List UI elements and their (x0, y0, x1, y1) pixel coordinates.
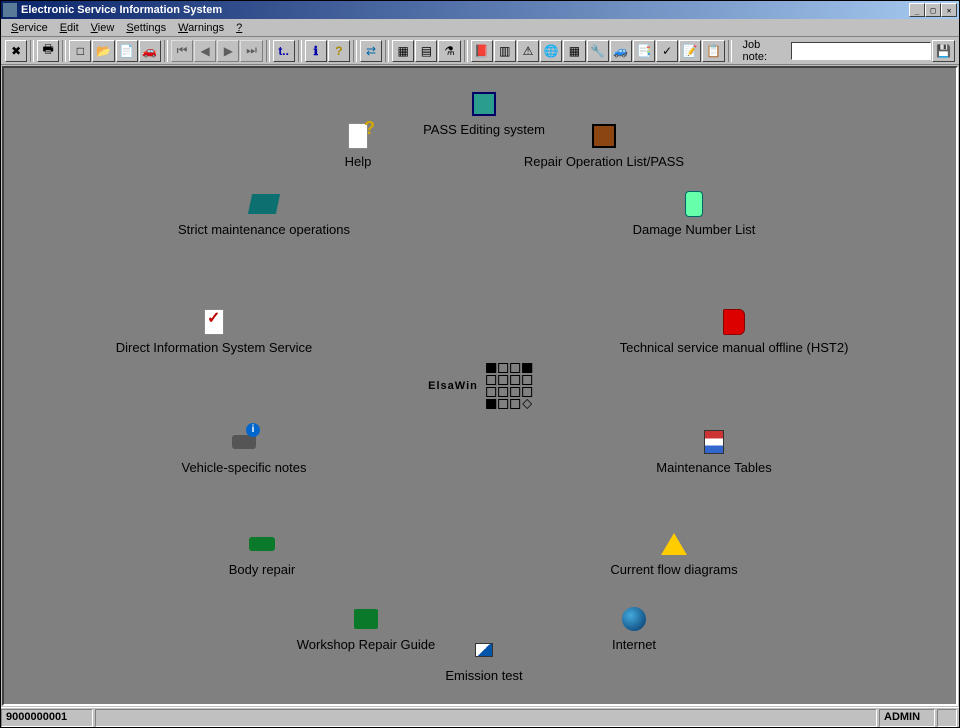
tb-grid2-icon[interactable]: ▤ (415, 40, 437, 62)
menu-help[interactable]: ? (230, 21, 248, 35)
book-icon (723, 309, 745, 335)
status-user: ADMIN (879, 709, 935, 727)
icon-emission-test[interactable]: Emission test (384, 634, 584, 683)
tb-globe-icon[interactable]: 🌐 (540, 40, 562, 62)
menubar: Service Edit View Settings Warnings ? (1, 19, 959, 37)
icon-vehicle-notes[interactable]: Vehicle-specific notes (144, 426, 344, 475)
tb-car-icon[interactable]: 🚗 (139, 40, 161, 62)
watermark-grid-icon (486, 363, 532, 409)
tb-car2-icon[interactable]: 🚙 (610, 40, 632, 62)
repair-icon (592, 124, 616, 148)
tb-sheet-icon[interactable]: 📋 (702, 40, 724, 62)
tb-prev-icon[interactable]: ◀ (194, 40, 216, 62)
watermark: ElsaWin (428, 363, 532, 409)
icon-strict-maintenance[interactable]: Strict maintenance operations (164, 188, 364, 237)
minimize-button[interactable]: _ (909, 3, 925, 17)
menu-view[interactable]: View (85, 21, 121, 35)
tb-doc2-icon[interactable]: 📑 (633, 40, 655, 62)
tb-book-icon[interactable]: 📕 (471, 40, 493, 62)
help-icon (348, 123, 368, 149)
menu-service[interactable]: Service (5, 21, 54, 35)
folder-icon (248, 194, 280, 214)
car-info-icon (232, 435, 256, 449)
tb-person-icon[interactable]: ⚗ (438, 40, 460, 62)
window-title: Electronic Service Information System (21, 4, 222, 16)
tb-save-note-icon[interactable]: 💾 (932, 40, 955, 62)
icon-damage-number[interactable]: Damage Number List (594, 188, 794, 237)
tb-list-icon[interactable]: ▥ (494, 40, 516, 62)
table-icon (704, 430, 724, 454)
tb-last-icon[interactable]: ⏭ (240, 40, 262, 62)
globe-icon (622, 607, 646, 631)
status-grip (937, 709, 957, 727)
status-spacer (95, 709, 877, 727)
tb-grid1-icon[interactable]: ▦ (392, 40, 414, 62)
tb-help-icon[interactable]: ? (328, 40, 350, 62)
menu-edit[interactable]: Edit (54, 21, 85, 35)
checklist-icon (204, 309, 224, 335)
app-icon (3, 3, 17, 17)
titlebar: Electronic Service Information System _ … (1, 1, 959, 19)
tb-first-icon[interactable]: ⏮ (171, 40, 193, 62)
tb-open-icon[interactable]: 📂 (92, 40, 114, 62)
warning-triangle-icon (661, 533, 687, 555)
statusbar: 9000000001 ADMIN (1, 707, 959, 727)
tb-tool-icon[interactable]: 🔧 (587, 40, 609, 62)
tb-doc-icon[interactable]: 📄 (116, 40, 138, 62)
damage-icon (685, 191, 703, 217)
icon-maintenance-tables[interactable]: Maintenance Tables (614, 426, 814, 475)
job-note-input[interactable] (791, 42, 931, 60)
app-window: Electronic Service Information System _ … (0, 0, 960, 728)
tb-info-icon[interactable]: ℹ (305, 40, 327, 62)
menu-settings[interactable]: Settings (120, 21, 172, 35)
toolbar: ✖ 🖶 □ 📂 📄 🚗 ⏮ ◀ ▶ ⏭ t.. ℹ ? ⇄ ▦ ▤ ⚗ 📕 ▥ … (1, 37, 959, 65)
tb-delete-icon[interactable]: ✖ (5, 40, 27, 62)
icon-direct-info[interactable]: Direct Information System Service (74, 306, 354, 355)
icon-repair-operation[interactable]: Repair Operation List/PASS (474, 120, 734, 169)
job-note-label: Job note: (743, 39, 787, 63)
workshop-icon (354, 609, 378, 629)
car-body-icon (249, 537, 275, 551)
icon-help[interactable]: Help (258, 120, 458, 169)
icon-flow-diagrams[interactable]: Current flow diagrams (574, 528, 774, 577)
tb-note-icon[interactable]: 📝 (679, 40, 701, 62)
tb-next-icon[interactable]: ▶ (217, 40, 239, 62)
maximize-button[interactable]: □ (925, 3, 941, 17)
pass-icon (472, 92, 496, 116)
tb-text-icon[interactable]: t.. (273, 40, 295, 62)
icon-tech-manual[interactable]: Technical service manual offline (HST2) (574, 306, 894, 355)
flag-icon (475, 643, 493, 657)
menu-warnings[interactable]: Warnings (172, 21, 230, 35)
tb-print-icon[interactable]: 🖶 (37, 40, 59, 62)
tb-table-icon[interactable]: ▦ (563, 40, 585, 62)
status-id: 9000000001 (1, 709, 93, 727)
tb-warn-icon[interactable]: ⚠ (517, 40, 539, 62)
workspace: PASS Editing system Help Repair Operatio… (2, 66, 958, 706)
tb-sync-icon[interactable]: ⇄ (360, 40, 382, 62)
tb-new-icon[interactable]: □ (69, 40, 91, 62)
close-button[interactable]: ✕ (941, 3, 957, 17)
icon-body-repair[interactable]: Body repair (162, 528, 362, 577)
tb-check-icon[interactable]: ✓ (656, 40, 678, 62)
